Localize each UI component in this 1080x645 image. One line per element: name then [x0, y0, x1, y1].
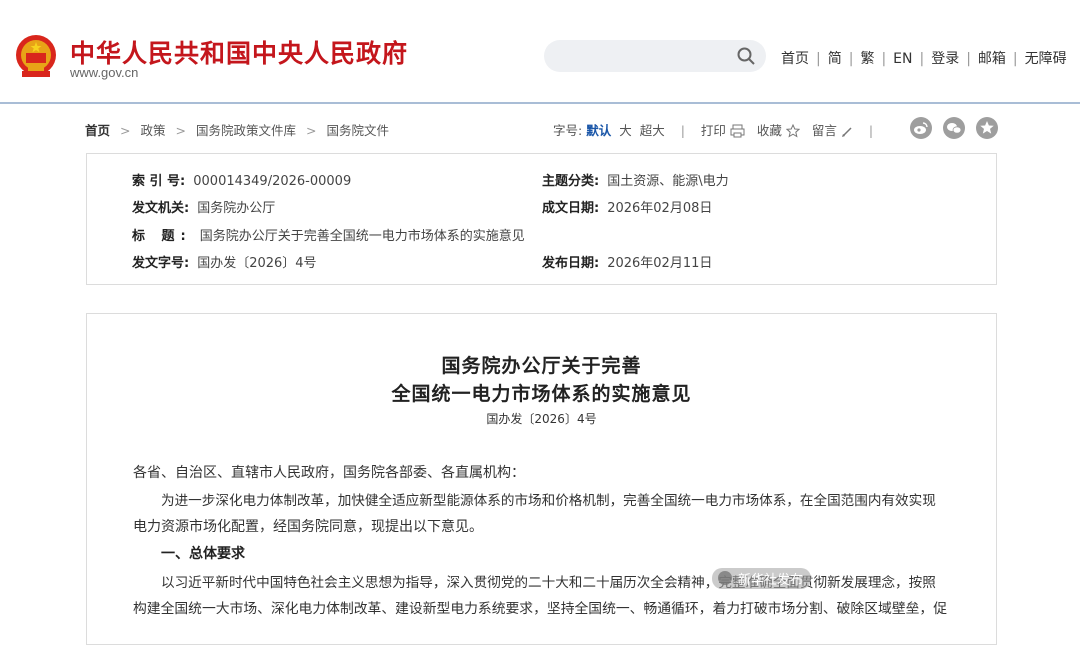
- star-icon[interactable]: [976, 117, 998, 139]
- paragraph-2-line-1: 以习近平新时代中国特色社会主义思想为指导，深入贯彻党的二十大和二十届历次全会精神…: [161, 575, 936, 591]
- wechat-icon[interactable]: [943, 117, 965, 139]
- font-large-option[interactable]: 大: [619, 123, 632, 138]
- print-icon: [730, 124, 745, 138]
- site-header: 中华人民共和国中央人民政府 www.gov.cn 首页 | 简 | 繁 | EN | 登录 | 邮箱…: [0, 0, 1080, 102]
- weibo-icon[interactable]: [910, 117, 932, 139]
- link-home[interactable]: 首页: [781, 51, 809, 67]
- paragraph-2-line-2: 构建全国统一大市场、深化电力体制改革、建设新型电力系统要求，坚持全国统一、畅通循…: [133, 601, 948, 617]
- search-input[interactable]: [544, 40, 766, 72]
- article-tools: 字号: 默认 大 超大 | 打印 收藏 留言 |: [553, 123, 874, 138]
- link-simplified[interactable]: 简: [828, 51, 842, 67]
- watermark-logo-icon: [718, 571, 732, 585]
- document-meta: 索 引 号: 000014349/2026-00009 主题分类: 国土资源、能源\…: [86, 153, 997, 285]
- link-english[interactable]: EN: [893, 51, 912, 67]
- watermark-overlay: 新华社发布: [712, 568, 812, 589]
- search-icon[interactable]: [736, 46, 756, 66]
- section-heading-1: 一、总体要求: [161, 546, 245, 562]
- link-accessibility[interactable]: 无障碍: [1025, 51, 1067, 67]
- meta-issuer: 发文机关: 国务院办公厅: [132, 201, 276, 216]
- breadcrumb: 首页 > 政策 > 国务院政策文件库 > 国务院文件: [85, 123, 390, 138]
- favorite-button[interactable]: 收藏: [757, 123, 800, 138]
- national-emblem-icon[interactable]: [14, 33, 58, 81]
- header-divider: [0, 102, 1080, 104]
- breadcrumb-library[interactable]: 国务院政策文件库: [196, 123, 296, 138]
- meta-publish-date: 发布日期: 2026年02月11日: [542, 256, 713, 271]
- meta-title: 标 题: 国务院办公厅关于完善全国统一电力市场体系的实施意见: [132, 229, 525, 244]
- article-title-line2: 全国统一电力市场体系的实施意见: [391, 383, 692, 405]
- article-body: 国务院办公厅关于完善 全国统一电力市场体系的实施意见 国办发〔2026〕4号 各…: [86, 313, 997, 645]
- print-button[interactable]: 打印: [701, 123, 745, 138]
- meta-written-date: 成文日期: 2026年02月08日: [542, 201, 713, 216]
- comment-button[interactable]: 留言: [812, 123, 853, 138]
- font-default-option[interactable]: 默认: [586, 123, 611, 138]
- article-title-line1: 国务院办公厅关于完善: [441, 355, 642, 377]
- meta-doc-number: 发文字号: 国办发〔2026〕4号: [132, 256, 317, 271]
- pen-icon: [841, 127, 852, 137]
- meta-category: 主题分类: 国土资源、能源\电力: [542, 174, 729, 189]
- breadcrumb-policy[interactable]: 政策: [141, 123, 166, 138]
- font-size-label: 字号:: [553, 123, 583, 138]
- salutation: 各省、自治区、直辖市人民政府，国务院各部委、各直属机构：: [133, 465, 525, 481]
- font-xlarge-option[interactable]: 超大: [640, 123, 665, 138]
- link-traditional[interactable]: 繁: [860, 51, 874, 67]
- top-links: 首页 | 简 | 繁 | EN | 登录 | 邮箱 | 无障碍: [781, 51, 1067, 67]
- link-login[interactable]: 登录: [931, 51, 959, 67]
- link-mail[interactable]: 邮箱: [978, 51, 1006, 67]
- article-doc-number: 国办发〔2026〕4号: [486, 412, 597, 426]
- paragraph-1-line-2: 电力资源市场化配置，经国务院同意，现提出以下意见。: [133, 519, 483, 535]
- site-url[interactable]: www.gov.cn: [70, 65, 138, 80]
- paragraph-1-line-1: 为进一步深化电力体制改革，加快健全适应新型能源体系的市场和价格机制，完善全国统一…: [161, 493, 936, 509]
- star-outline-icon: [785, 124, 800, 138]
- breadcrumb-docs[interactable]: 国务院文件: [327, 123, 390, 138]
- meta-index: 索 引 号: 000014349/2026-00009: [132, 174, 352, 189]
- breadcrumb-home[interactable]: 首页: [85, 123, 110, 138]
